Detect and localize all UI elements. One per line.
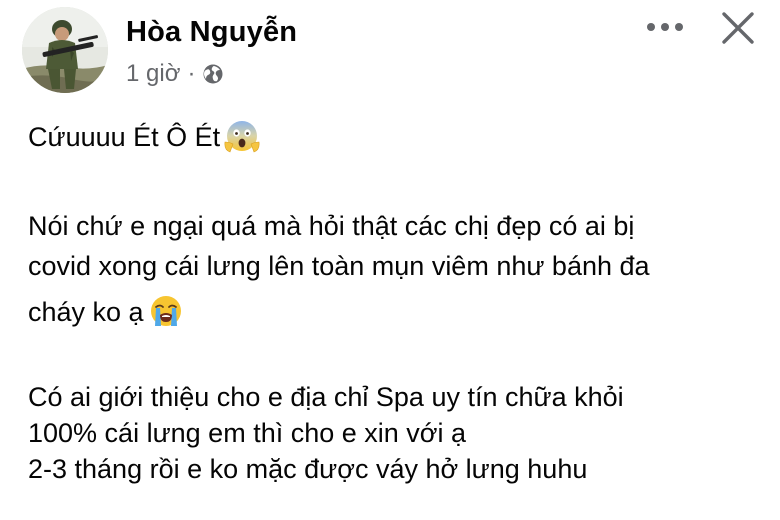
more-options-icon [647,23,683,31]
post-paragraph: Nói chứ e ngại quá mà hỏi thật các chị đ… [28,206,768,338]
meta-separator: · [187,60,196,87]
post-line: Nói chứ e ngại quá mà hỏi thật các chị đ… [28,211,635,241]
post-line: Cứuuuu Ét Ô Ét [28,114,768,160]
post-line: 2-3 tháng rồi e ko mặc được váy hở lưng … [28,454,588,484]
globe-icon[interactable] [202,63,224,85]
post-paragraph: Có ai giới thiệu cho e địa chỉ Spa uy tí… [28,379,768,487]
more-options-button[interactable] [640,10,690,44]
author-avatar[interactable] [22,7,108,93]
post-content: Cứuuuu Ét Ô Ét Nói chứ e ngại quá mà hỏi… [28,114,768,487]
author-name[interactable]: Hòa Nguyễn [126,16,297,49]
post-text: Cứuuuu Ét Ô Ét [28,122,221,152]
close-icon [722,12,754,44]
loudly-crying-face-icon [148,293,184,329]
avatar-photo-icon [22,7,108,93]
post-meta: 1 giờ · [126,60,224,88]
post-line: 100% cái lưng em thì cho e xin với ạ [28,418,466,448]
post-header: Hòa Nguyễn 1 giờ · [0,0,780,110]
post-line: covid xong cái lưng lên toàn mụn viêm nh… [28,251,650,281]
post-time[interactable]: 1 giờ [126,60,180,88]
post-line: Có ai giới thiệu cho e địa chỉ Spa uy tí… [28,382,624,412]
post-text: cháy ko ạ [28,297,144,327]
face-screaming-in-fear-icon [224,118,260,154]
close-button[interactable] [712,4,764,52]
post-line: cháy ko ạ [28,286,768,338]
